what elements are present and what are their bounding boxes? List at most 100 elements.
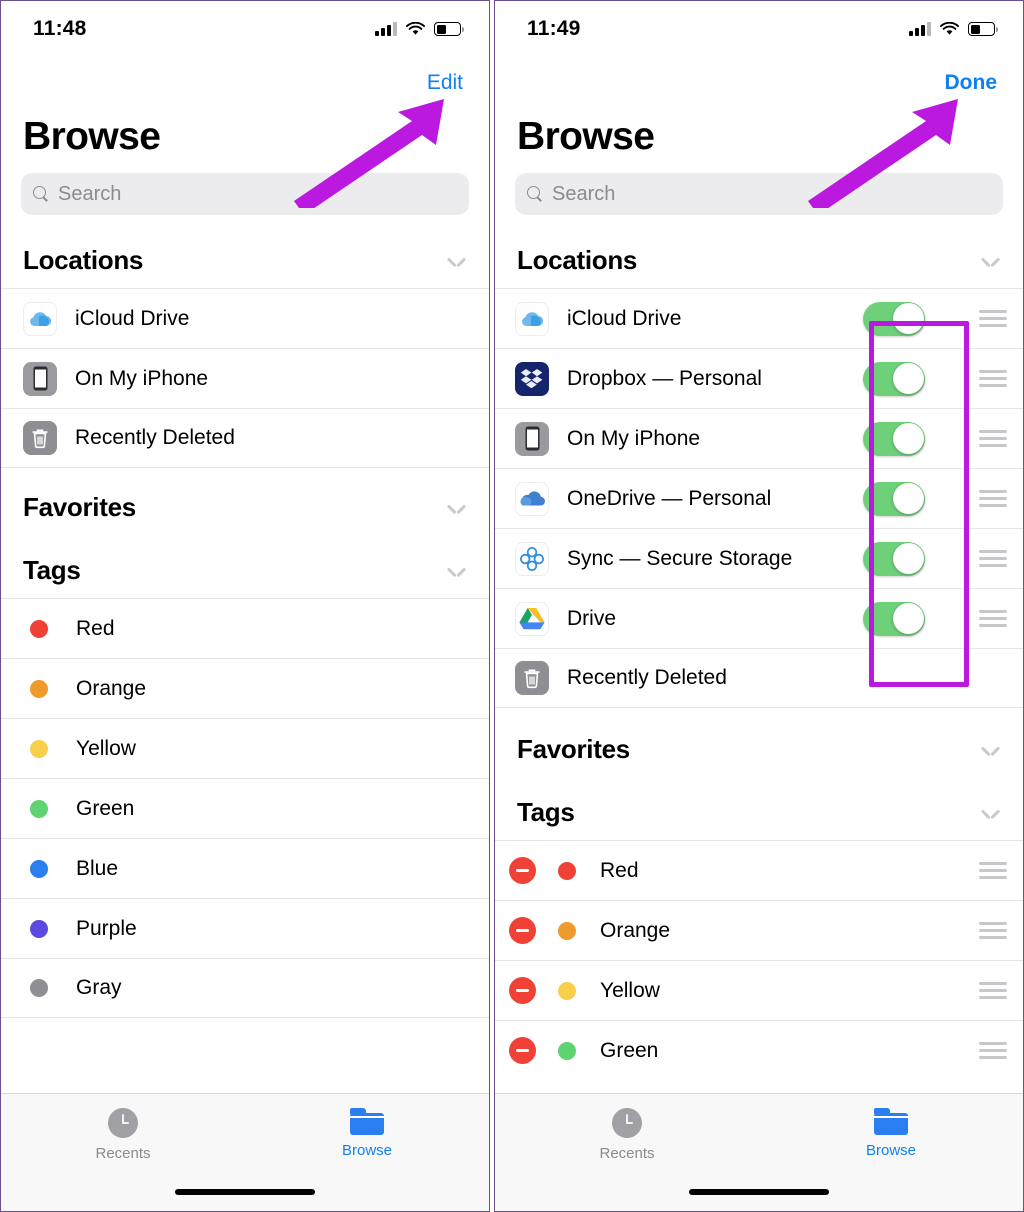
list-item-label: Gray <box>76 976 122 999</box>
section-header-favorites[interactable]: Favorites <box>1 468 489 545</box>
tab-bar: Recents Browse <box>1 1093 489 1211</box>
iphone-icon <box>515 421 549 456</box>
tab-bar: Recents Browse <box>495 1093 1023 1211</box>
list-item-label: Orange <box>76 676 147 700</box>
comparison-screenshot: 11:48 Edit Browse Search Locations iClou… <box>0 0 1024 1212</box>
section-header-locations[interactable]: Locations <box>1 231 489 288</box>
list-item-label: Green <box>76 796 135 820</box>
chevron-down-icon[interactable] <box>448 503 465 513</box>
battery-icon <box>968 22 998 36</box>
search-input[interactable]: Search <box>21 173 469 215</box>
list-item[interactable]: Green <box>1 778 489 838</box>
battery-icon <box>434 22 464 36</box>
search-placeholder: Search <box>58 182 122 205</box>
reorder-handle-icon[interactable] <box>979 1042 1007 1059</box>
list-item[interactable]: Blue <box>1 838 489 898</box>
list-item[interactable]: Yellow <box>495 960 1023 1020</box>
list-item[interactable]: Yellow <box>1 718 489 778</box>
status-bar-icons <box>909 22 998 36</box>
section-header-locations[interactable]: Locations <box>495 231 1023 288</box>
list-item[interactable]: Red <box>495 840 1023 900</box>
tag-color-dot <box>30 739 48 758</box>
chevron-down-icon[interactable] <box>982 745 999 755</box>
tag-color-dot <box>558 861 576 880</box>
reorder-handle-icon[interactable] <box>979 490 1007 507</box>
reorder-handle-icon[interactable] <box>979 922 1007 939</box>
done-button[interactable]: Done <box>945 71 998 95</box>
onedrive-icon <box>515 481 549 516</box>
list-item[interactable]: Gray <box>1 958 489 1018</box>
list-item-label: iCloud Drive <box>75 306 190 330</box>
section-header-tags[interactable]: Tags <box>495 787 1023 840</box>
icloud-drive-icon <box>23 301 57 336</box>
status-bar: 11:49 <box>495 1 1023 57</box>
section-title: Tags <box>517 797 575 827</box>
cellular-signal-icon <box>909 22 931 36</box>
edit-button[interactable]: Edit <box>427 71 463 95</box>
folder-icon <box>874 1108 908 1135</box>
left-phone-screen: 11:48 Edit Browse Search Locations iClou… <box>0 0 490 1212</box>
list-item-label: Orange <box>600 918 671 942</box>
list-item-label: Red <box>600 858 639 882</box>
chevron-down-icon[interactable] <box>448 256 465 266</box>
tab-label: Browse <box>341 1142 393 1159</box>
wifi-icon <box>406 22 425 35</box>
clock-icon <box>108 1108 138 1138</box>
status-bar-icons <box>375 22 464 36</box>
list-item-label: Red <box>76 616 115 640</box>
chevron-down-icon[interactable] <box>982 256 999 266</box>
status-bar: 11:48 <box>1 1 489 57</box>
browse-list: Locations iCloud Drive On My iPhone Rece… <box>1 231 489 1093</box>
section-title: Locations <box>517 245 638 275</box>
section-header-tags[interactable]: Tags <box>1 545 489 598</box>
search-input[interactable]: Search <box>515 173 1003 215</box>
home-indicator <box>689 1189 829 1195</box>
list-item[interactable]: Red <box>1 598 489 658</box>
reorder-handle-icon[interactable] <box>979 862 1007 879</box>
tab-label: Recents <box>95 1145 151 1162</box>
search-placeholder: Search <box>552 182 616 205</box>
delete-tag-button[interactable] <box>509 857 536 884</box>
list-item[interactable]: Purple <box>1 898 489 958</box>
list-item-label: Recently Deleted <box>75 426 235 449</box>
list-item-label: Sync — Secure Storage <box>567 546 793 570</box>
page-title: Browse <box>23 115 161 158</box>
tag-color-dot <box>30 859 48 878</box>
tag-color-dot <box>558 1041 576 1060</box>
google-drive-icon <box>515 601 549 636</box>
list-item[interactable]: On My iPhone <box>1 348 489 408</box>
page-title: Browse <box>517 115 655 158</box>
clock-icon <box>612 1108 642 1138</box>
tag-color-dot <box>30 799 48 818</box>
search-icon <box>33 186 49 202</box>
list-item[interactable]: Green <box>495 1020 1023 1080</box>
list-item[interactable]: Recently Deleted <box>1 408 489 468</box>
list-item-label: Blue <box>76 856 119 880</box>
list-item-label: Dropbox — Personal <box>567 366 762 390</box>
reorder-handle-icon[interactable] <box>979 310 1007 327</box>
search-icon <box>527 186 543 202</box>
delete-tag-button[interactable] <box>509 977 536 1004</box>
list-item-label: Purple <box>76 916 137 940</box>
chevron-down-icon[interactable] <box>982 808 999 818</box>
list-item[interactable]: Orange <box>495 900 1023 960</box>
reorder-handle-icon[interactable] <box>979 430 1007 447</box>
reorder-handle-icon[interactable] <box>979 610 1007 627</box>
list-item-label: OneDrive — Personal <box>567 486 772 510</box>
reorder-handle-icon[interactable] <box>979 550 1007 567</box>
sync-icon <box>515 541 549 576</box>
chevron-down-icon[interactable] <box>448 566 465 576</box>
list-item[interactable]: iCloud Drive <box>1 288 489 348</box>
list-item[interactable]: Orange <box>1 658 489 718</box>
iphone-icon <box>23 361 57 396</box>
delete-tag-button[interactable] <box>509 1037 536 1064</box>
delete-tag-button[interactable] <box>509 917 536 944</box>
reorder-handle-icon[interactable] <box>979 982 1007 999</box>
list-item-label: On My iPhone <box>567 426 701 450</box>
section-title: Tags <box>23 555 81 585</box>
status-bar-time: 11:48 <box>33 17 87 40</box>
section-header-favorites[interactable]: Favorites <box>495 708 1023 787</box>
reorder-handle-icon[interactable] <box>979 370 1007 387</box>
section-title: Favorites <box>517 734 630 764</box>
navigation-bar: Done <box>495 57 1023 109</box>
